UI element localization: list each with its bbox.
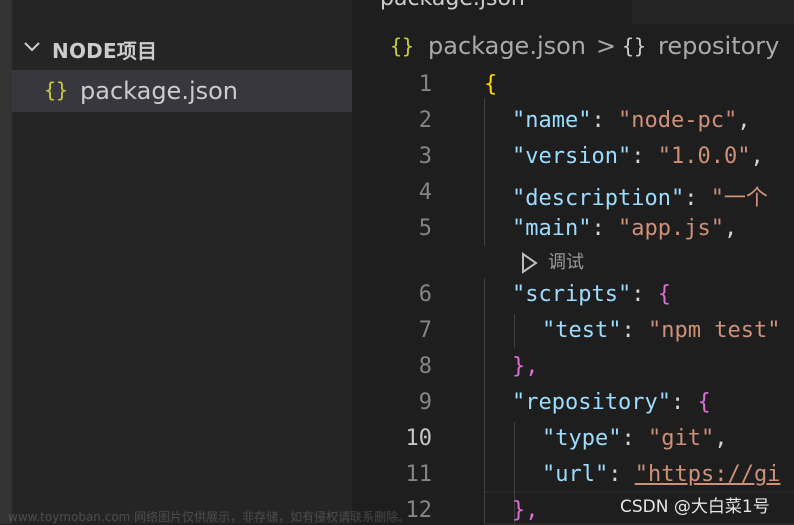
indent-guide (484, 98, 485, 246)
file-item-package-json[interactable]: {} package.json (12, 70, 352, 112)
explorer-sidebar: NODE项目 {} package.json (12, 0, 352, 524)
json-string: "1.0.0" (657, 144, 751, 169)
line-number-current: 10 (405, 426, 433, 451)
code-line: "description": "一个 (512, 186, 768, 211)
json-string: "一个 (710, 186, 768, 211)
bracket: { (697, 390, 711, 415)
json-key: "description" (512, 186, 685, 211)
line-number: 2 (418, 108, 432, 133)
breadcrumb: {} package.json > {} repository (352, 32, 794, 62)
code-line: "main": "app.js", (512, 216, 738, 241)
json-key: "type" (542, 426, 622, 451)
code-line: "name": "node-pc", (512, 108, 751, 133)
file-name: package.json (80, 77, 239, 105)
json-key: "test" (542, 318, 622, 343)
line-number: 11 (405, 462, 433, 487)
codelens-label: 调试 (548, 252, 584, 273)
json-string: "git" (647, 426, 715, 451)
json-file-icon: {} (390, 34, 415, 58)
code-line: "version": "1.0.0", (512, 144, 764, 169)
site-watermark: www.toymoban.com 网络图片仅供展示，非存储，如有侵权请联系删除。 (8, 510, 411, 524)
line-number: 8 (418, 354, 432, 379)
section-title: NODE项目 (52, 39, 158, 63)
json-key: "repository" (512, 390, 671, 415)
code-line: "test": "npm test" (542, 318, 781, 343)
play-icon (522, 252, 538, 274)
line-number: 6 (418, 282, 432, 307)
activity-bar (0, 0, 12, 524)
line-number: 1 (418, 72, 432, 97)
bracket: { (657, 282, 671, 307)
line-number: 7 (418, 318, 432, 343)
json-file-icon: {} (44, 78, 69, 102)
tab-package-json[interactable]: package.json (352, 0, 632, 24)
tab-strip: package.json (352, 0, 794, 24)
breadcrumb-separator: > (596, 32, 617, 60)
csdn-watermark: CSDN @大白菜1号 (620, 497, 770, 517)
indent-guide (484, 278, 485, 524)
line-number: 9 (418, 390, 432, 415)
code-line: { (484, 72, 497, 97)
json-key: "url" (542, 462, 609, 487)
code-line: }, (512, 498, 539, 523)
codelens-debug[interactable]: 调试 (520, 248, 584, 274)
line-number: 5 (418, 216, 432, 241)
bracket: { (484, 72, 498, 97)
code-line: "url": "https://gi (542, 462, 781, 487)
json-key: "version" (512, 144, 632, 169)
explorer-section-header[interactable]: NODE项目 (12, 30, 352, 64)
code-line: "repository": { (512, 390, 711, 415)
code-line: "scripts": { (512, 282, 671, 307)
tab-label: package.json (380, 0, 525, 11)
json-string: "node-pc" (617, 108, 738, 133)
code-line: }, (512, 354, 539, 379)
line-number: 3 (418, 144, 432, 169)
json-key: "scripts" (512, 282, 632, 307)
code-line: "type": "git", (542, 426, 728, 451)
breadcrumb-symbol[interactable]: repository (658, 32, 779, 60)
json-key: "name" (512, 108, 592, 133)
json-string: "app.js" (617, 216, 724, 241)
indent-guide (514, 314, 515, 348)
object-symbol-icon: {} (622, 34, 647, 58)
line-number: 4 (418, 180, 432, 205)
chevron-down-icon (24, 42, 40, 52)
editor-area: package.json {} package.json > {} reposi… (352, 0, 794, 525)
breadcrumb-file[interactable]: package.json (428, 32, 586, 60)
json-url-string[interactable]: "https://gi (635, 462, 781, 487)
json-string: "npm test" (647, 318, 781, 343)
json-key: "main" (512, 216, 592, 241)
